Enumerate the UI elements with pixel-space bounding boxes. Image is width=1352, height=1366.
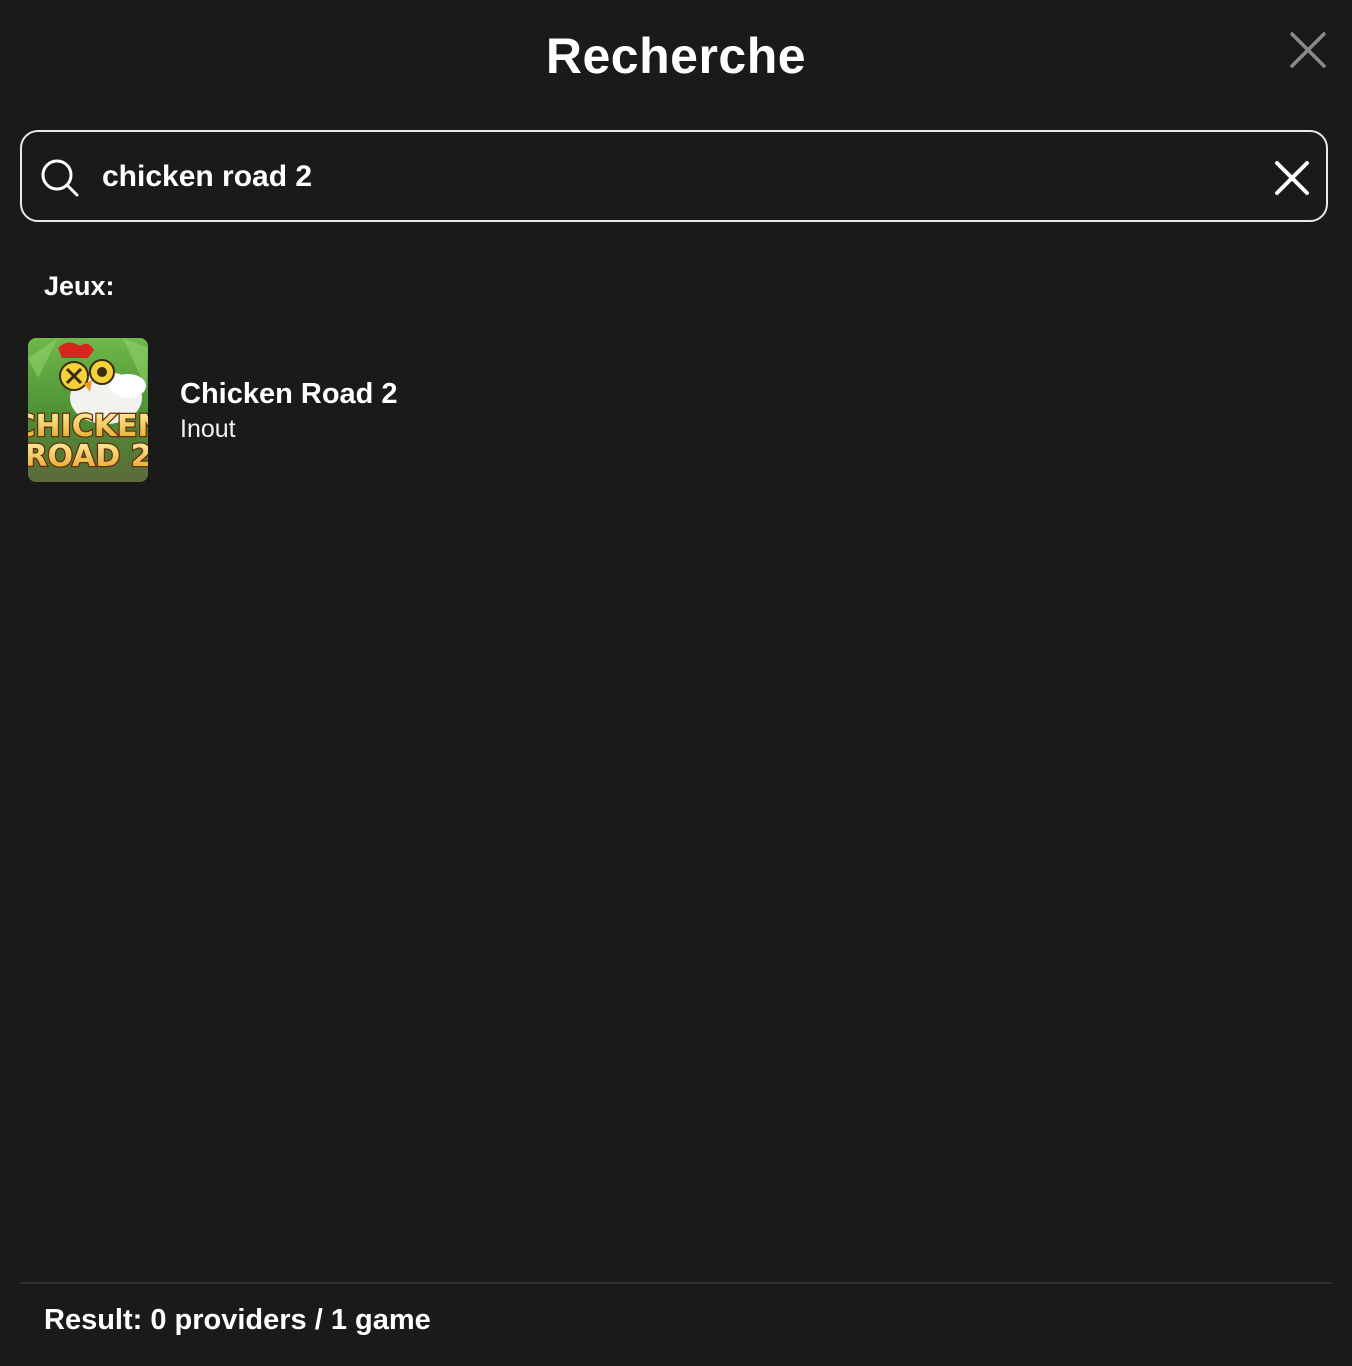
close-modal-button[interactable] (1286, 28, 1330, 72)
page-title: Recherche (545, 28, 807, 84)
search-icon (41, 159, 79, 197)
game-thumbnail: CHICKEN ROAD 2 (28, 338, 148, 482)
search-bar (20, 130, 1328, 222)
games-section-label: Jeux: (44, 271, 115, 301)
result-summary: Result: 0 providers / 1 game (44, 1304, 431, 1336)
game-logo: CHICKEN ROAD 2 (28, 408, 148, 476)
footer-divider (20, 1282, 1332, 1284)
clear-search-button[interactable] (1270, 156, 1314, 200)
search-input[interactable] (102, 152, 1202, 202)
close-icon (1275, 161, 1309, 195)
close-icon (1290, 32, 1326, 68)
logo-line-2: ROAD 2 (28, 439, 148, 474)
game-title: Chicken Road 2 (180, 378, 398, 410)
game-result-item[interactable]: CHICKEN ROAD 2 Chicken Road 2 Inout (28, 338, 528, 482)
game-provider: Inout (180, 415, 236, 443)
